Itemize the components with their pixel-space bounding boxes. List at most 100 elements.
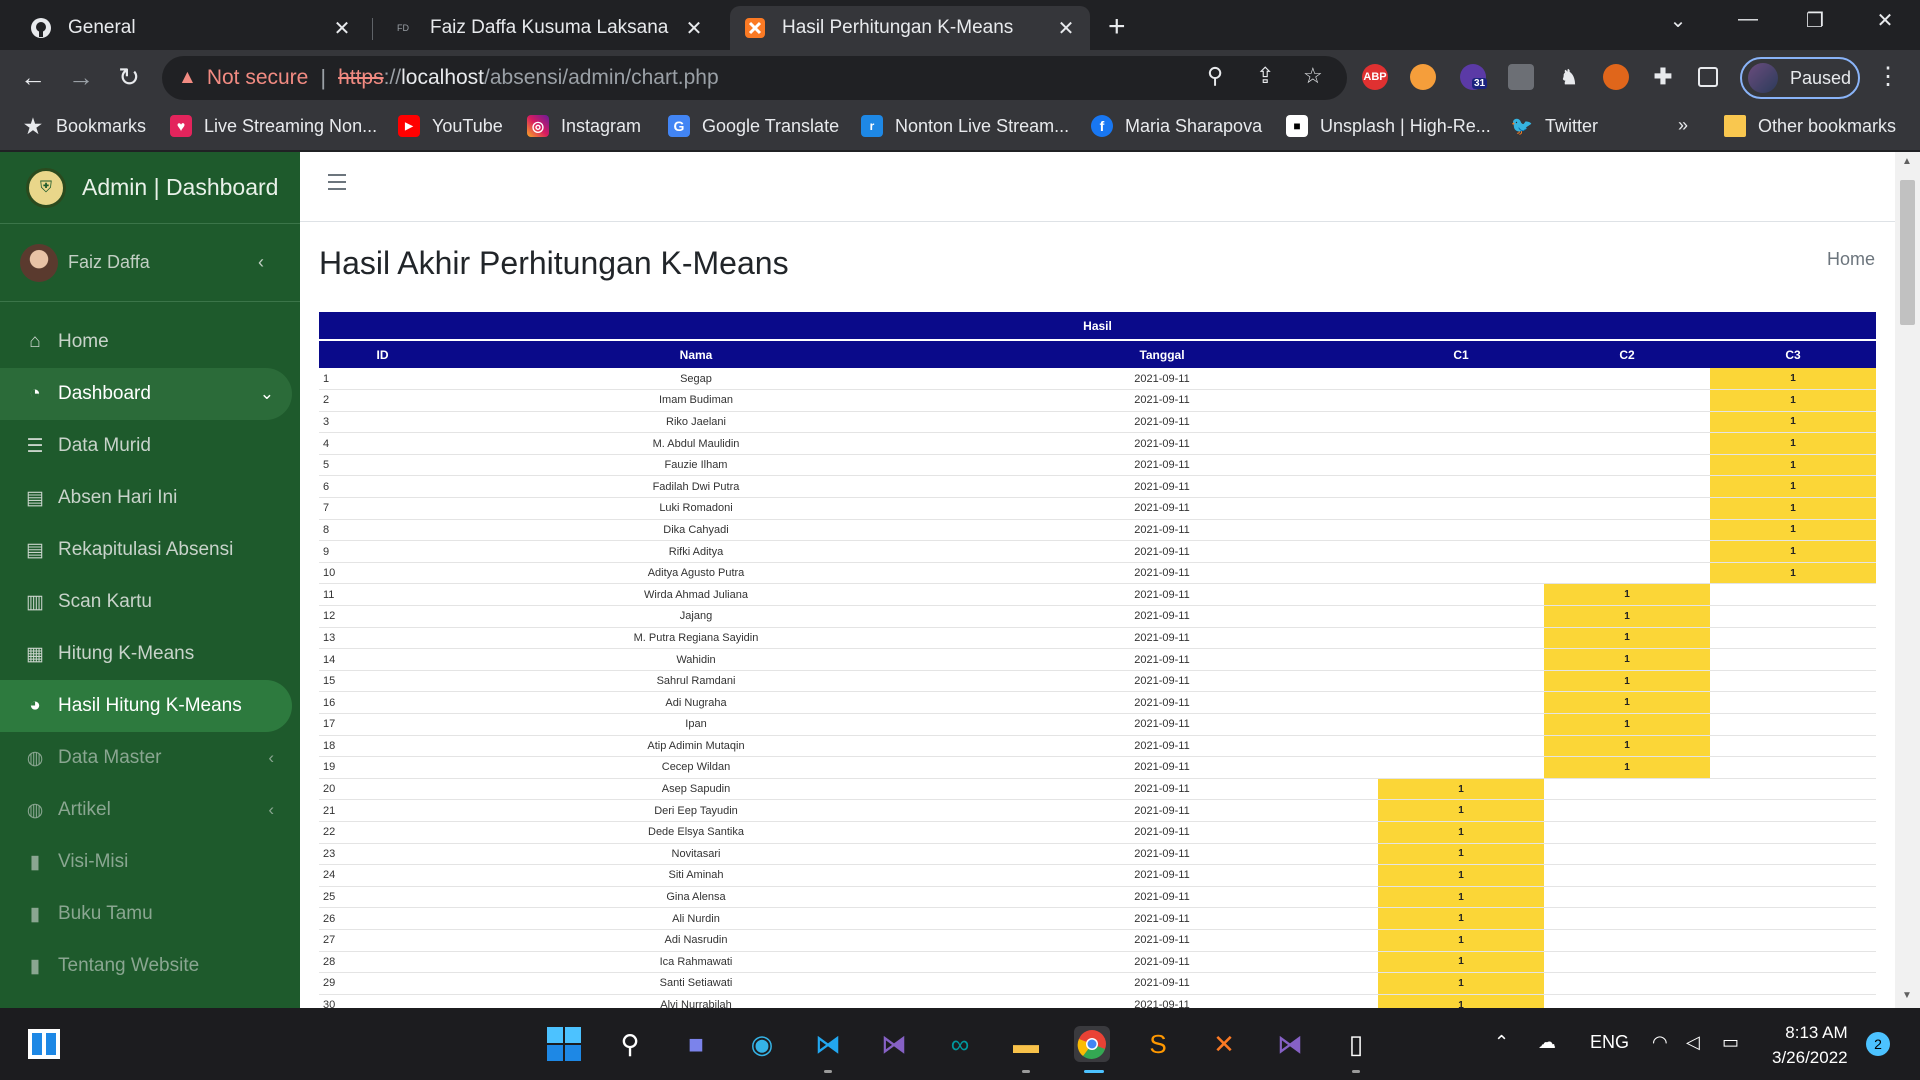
minimize-icon[interactable]: — (1718, 8, 1778, 31)
extension-icon[interactable]: ♞ (1556, 64, 1582, 90)
bookmark-item[interactable]: ■ Unsplash | High-Re... (1286, 115, 1491, 137)
language-indicator[interactable]: ENG (1590, 1032, 1629, 1053)
volume-icon[interactable]: ◁ (1686, 1032, 1700, 1053)
visual-studio-icon[interactable]: ⧒ (876, 1026, 912, 1062)
bookmark-item[interactable]: ★ Bookmarks (22, 115, 146, 138)
bookmark-item[interactable]: ♥ Live Streaming Non... (170, 115, 377, 137)
clock[interactable]: 8:13 AM 3/26/2022 (1772, 1020, 1848, 1070)
bookmark-item[interactable]: ◎ Instagram (527, 115, 641, 137)
wifi-icon[interactable]: ◠ (1652, 1032, 1668, 1053)
vertical-scrollbar[interactable]: ▲ ▼ (1895, 152, 1920, 1008)
sidebar-item-rekapitulasi[interactable]: ▤ Rekapitulasi Absensi (0, 524, 292, 576)
sidebar-item-dashboard[interactable]: ◔ Dashboard ⌄ (0, 368, 292, 420)
visual-studio-icon[interactable]: ⧒ (1272, 1026, 1308, 1062)
cell-id: 8 (319, 519, 446, 542)
cell-c3 (1710, 778, 1876, 801)
cell-nama: Segap (446, 368, 946, 391)
xampp-icon[interactable]: ✕ (1206, 1026, 1242, 1062)
restore-icon[interactable]: ❐ (1785, 8, 1845, 33)
cell-nama: Adi Nasrudin (446, 929, 946, 952)
menu-icon[interactable]: ⋮ (1876, 62, 1900, 91)
close-icon[interactable]: ✕ (684, 16, 704, 41)
tab-general[interactable]: General ✕ (16, 6, 366, 50)
chrome-icon[interactable] (1074, 1026, 1110, 1062)
scroll-down-icon[interactable]: ▼ (1902, 990, 1912, 1001)
user-panel[interactable]: Faiz Daffa ‹ (0, 224, 300, 302)
windows-start-icon[interactable] (546, 1026, 582, 1062)
other-bookmarks[interactable]: Other bookmarks (1724, 115, 1896, 137)
side-panel-icon[interactable] (1698, 67, 1718, 87)
sidebar-item-data-master[interactable]: ◍ Data Master ‹ (0, 732, 292, 784)
clock-time: 8:13 AM (1785, 1023, 1848, 1042)
file-explorer-icon[interactable]: ▬ (1008, 1026, 1044, 1062)
close-icon[interactable]: ✕ (332, 16, 352, 41)
zoom-icon[interactable]: ⚲ (1207, 63, 1223, 89)
bookmarks-overflow[interactable]: » (1678, 115, 1688, 136)
edge-icon[interactable]: ◉ (744, 1026, 780, 1062)
chevron-left-icon: ‹ (268, 748, 274, 767)
close-window-icon[interactable]: ✕ (1855, 8, 1915, 33)
notification-badge[interactable]: 2 (1866, 1032, 1890, 1056)
sidebar-item-tentang-website[interactable]: ▮ Tentang Website (0, 940, 292, 992)
address-bar[interactable]: ▲ Not secure | https :// localhost /abse… (162, 56, 1347, 100)
tab-profile[interactable]: FD Faiz Daffa Kusuma Laksana ✕ (378, 6, 718, 50)
forward-icon[interactable]: → (66, 62, 96, 93)
sublime-icon[interactable]: S (1140, 1026, 1176, 1062)
sidebar-item-artikel[interactable]: ◍ Artikel ‹ (0, 784, 292, 836)
column-header-c1: C1 (1378, 340, 1544, 368)
brand-link[interactable]: ⛨ Admin | Dashboard (0, 152, 300, 224)
sidebar-item-buku-tamu[interactable]: ▮ Buku Tamu (0, 888, 292, 940)
breadcrumb[interactable]: Home (1827, 249, 1875, 270)
close-icon[interactable]: ✕ (1056, 16, 1076, 41)
sidebar-item-hasil-kmeans[interactable]: ◕ Hasil Hitung K-Means (0, 680, 292, 732)
cell-nama: Ipan (446, 713, 946, 736)
scroll-up-icon[interactable]: ▲ (1902, 156, 1912, 167)
back-icon[interactable]: ← (18, 62, 48, 93)
sidebar-item-absen-hari-ini[interactable]: ▤ Absen Hari Ini (0, 472, 292, 524)
tab-kmeans[interactable]: Hasil Perhitungan K-Means ✕ (730, 6, 1090, 50)
bookmark-item[interactable]: G Google Translate (668, 115, 839, 137)
cell-c3: 1 (1710, 411, 1876, 434)
bookmark-item[interactable]: f Maria Sharapova (1091, 115, 1262, 137)
extension-icon[interactable] (1603, 64, 1629, 90)
adblock-icon[interactable]: ABP (1362, 64, 1388, 90)
bookmark-item[interactable]: 🐦 Twitter (1511, 115, 1598, 137)
onedrive-icon[interactable]: ☁ (1538, 1032, 1556, 1053)
star-icon[interactable]: ☆ (1303, 63, 1323, 89)
vscode-icon[interactable]: ⧒ (810, 1026, 846, 1062)
share-icon[interactable]: ⇪ (1256, 63, 1274, 89)
sidebar-item-visi-misi[interactable]: ▮ Visi-Misi (0, 836, 292, 888)
battery-icon[interactable]: ▭ (1722, 1032, 1739, 1053)
extension-icon[interactable]: 31 (1460, 64, 1488, 90)
bookmark-item[interactable]: ▶ YouTube (398, 115, 503, 137)
url-scheme: https (338, 66, 384, 89)
new-tab-button[interactable]: + (1108, 10, 1126, 44)
column-header-id: ID (319, 340, 446, 368)
hamburger-menu-icon[interactable] (328, 174, 346, 190)
bookmark-item[interactable]: r Nonton Live Stream... (861, 115, 1069, 137)
tab-title: Hasil Perhitungan K-Means (782, 17, 1014, 38)
arduino-icon[interactable]: ∞ (942, 1026, 978, 1062)
chevron-left-icon[interactable]: ‹ (258, 252, 264, 273)
extension-icon[interactable] (1410, 64, 1436, 90)
tab-divider (372, 18, 373, 40)
search-icon[interactable]: ⚲ (612, 1026, 648, 1062)
cell-c1: 1 (1378, 799, 1544, 822)
notepad-icon[interactable]: ▯ (1338, 1026, 1374, 1062)
sidebar-item-data-murid[interactable]: ☰ Data Murid (0, 420, 292, 472)
sidebar-item-home[interactable]: ⌂ Home (0, 316, 292, 368)
shield-icon[interactable] (1508, 64, 1534, 90)
chevron-up-icon[interactable]: ⌃ (1494, 1032, 1509, 1053)
profile-button[interactable]: Paused (1740, 57, 1860, 99)
cell-tanggal: 2021-09-11 (946, 519, 1378, 542)
tab-search-icon[interactable]: ⌄ (1648, 8, 1708, 33)
folder-icon (1724, 115, 1746, 137)
puzzle-icon[interactable]: ✚ (1650, 64, 1676, 90)
teams-chat-icon[interactable]: ■ (678, 1026, 714, 1062)
sidebar-item-scan-kartu[interactable]: ▥ Scan Kartu (0, 576, 292, 628)
reload-icon[interactable]: ↻ (114, 62, 144, 93)
cell-id: 11 (319, 583, 446, 607)
start-icon[interactable] (26, 1026, 62, 1062)
scrollbar-thumb[interactable] (1900, 180, 1915, 325)
sidebar-item-hitung-kmeans[interactable]: ▦ Hitung K-Means (0, 628, 292, 680)
